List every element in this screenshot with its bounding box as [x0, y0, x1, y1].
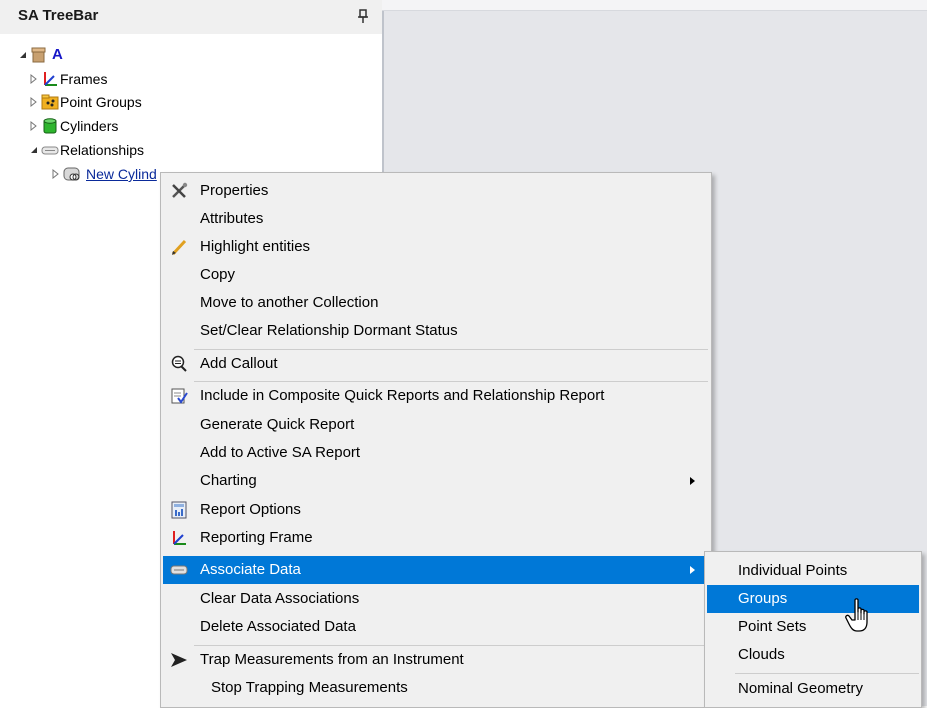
tree-item-label: New Cylind	[86, 166, 157, 182]
submenu-arrow-icon	[690, 477, 695, 485]
menu-item-clear-associations[interactable]: Clear Data Associations	[163, 585, 709, 613]
menu-item-label: Trap Measurements from an Instrument	[200, 651, 464, 668]
menu-item-charting[interactable]: Charting	[163, 467, 709, 495]
relationship-icon	[41, 146, 59, 155]
menu-item-copy[interactable]: Copy	[163, 261, 709, 289]
menu-item-label: Attributes	[200, 210, 264, 227]
submenu-item-label: Point Sets	[738, 618, 807, 635]
frames-icon	[44, 72, 57, 86]
point-groups-icon	[41, 94, 59, 110]
menu-item-label: Clear Data Associations	[200, 590, 360, 607]
report-check-icon	[171, 388, 188, 404]
frame-axes-icon	[173, 531, 186, 545]
collapsed-arrow-icon[interactable]	[29, 121, 39, 131]
pencil-icon	[171, 239, 187, 256]
report-options-icon	[171, 501, 187, 519]
viewport-top-bar	[382, 0, 927, 11]
associate-data-submenu: Individual Points Groups Point Sets Clou…	[704, 551, 922, 708]
menu-item-label: Charting	[200, 472, 257, 489]
link-icon	[170, 565, 188, 575]
tree-item-label: Cylinders	[60, 118, 119, 134]
tree-item-frames[interactable]: Frames	[0, 68, 300, 90]
menu-item-label: Reporting Frame	[200, 529, 313, 546]
menu-item-move-collection[interactable]: Move to another Collection	[163, 289, 709, 317]
tree-root-label: A	[52, 46, 63, 63]
submenu-item-groups[interactable]: Groups	[707, 585, 919, 613]
collapsed-arrow-icon[interactable]	[29, 97, 39, 107]
tools-icon	[172, 182, 188, 198]
menu-item-properties[interactable]: Properties	[163, 177, 709, 205]
menu-item-label: Stop Trapping Measurements	[211, 679, 408, 696]
tree-item-label: Frames	[60, 71, 108, 87]
arrow-icon	[171, 653, 187, 667]
menu-item-highlight-entities[interactable]: Highlight entities	[163, 233, 709, 261]
submenu-item-label: Clouds	[738, 646, 785, 663]
tree-root[interactable]: A	[0, 44, 300, 66]
menu-item-add-callout[interactable]: Add Callout	[163, 350, 709, 378]
treebar-title: SA TreeBar	[18, 7, 99, 24]
treebar-header: SA TreeBar	[0, 0, 382, 34]
menu-item-dormant-status[interactable]: Set/Clear Relationship Dormant Status	[163, 317, 709, 345]
collection-icon	[31, 47, 46, 63]
callout-icon	[171, 355, 187, 372]
menu-item-label: Add to Active SA Report	[200, 444, 361, 461]
menu-item-label: Delete Associated Data	[200, 618, 356, 635]
context-menu: Properties Attributes Highlight entities…	[160, 172, 712, 708]
menu-item-report-options[interactable]: Report Options	[163, 496, 709, 524]
tree-item-label: Relationships	[60, 142, 145, 158]
menu-item-stop-trapping[interactable]: Stop Trapping Measurements	[163, 674, 709, 702]
submenu-item-clouds[interactable]: Clouds	[707, 641, 919, 669]
submenu-item-nominal-geometry[interactable]: Nominal Geometry	[707, 675, 919, 703]
menu-item-label: Copy	[200, 266, 236, 283]
menu-item-trap-measurements[interactable]: Trap Measurements from an Instrument	[163, 646, 709, 674]
menu-item-label: Move to another Collection	[200, 294, 379, 311]
menu-item-label: Add Callout	[200, 355, 278, 372]
expanded-arrow-icon[interactable]	[18, 50, 28, 60]
submenu-item-label: Individual Points	[738, 562, 848, 579]
submenu-item-individual-points[interactable]: Individual Points	[707, 557, 919, 585]
collapsed-arrow-icon[interactable]	[51, 169, 61, 179]
hand-cursor-icon	[845, 598, 868, 632]
menu-item-label: Properties	[200, 182, 269, 199]
menu-item-label: Include in Composite Quick Reports and R…	[200, 387, 605, 404]
menu-item-include-composite[interactable]: Include in Composite Quick Reports and R…	[163, 382, 709, 410]
submenu-item-point-sets[interactable]: Point Sets	[707, 613, 919, 641]
relationship-item-icon	[63, 167, 80, 181]
menu-item-delete-associated[interactable]: Delete Associated Data	[163, 613, 709, 641]
menu-item-generate-quick-report[interactable]: Generate Quick Report	[163, 411, 709, 439]
pin-icon[interactable]	[357, 8, 369, 24]
menu-item-label: Report Options	[200, 501, 301, 518]
menu-item-label: Set/Clear Relationship Dormant Status	[200, 322, 458, 339]
collapsed-arrow-icon[interactable]	[29, 74, 39, 84]
menu-item-label: Generate Quick Report	[200, 416, 355, 433]
menu-item-associate-data[interactable]: Associate Data	[163, 556, 709, 584]
tree-item-point-groups[interactable]: Point Groups	[0, 91, 300, 113]
menu-item-reporting-frame[interactable]: Reporting Frame	[163, 524, 709, 552]
menu-item-label: Associate Data	[200, 561, 301, 578]
submenu-arrow-icon	[690, 566, 695, 574]
menu-item-label: Highlight entities	[200, 238, 311, 255]
tree-item-cylinders[interactable]: Cylinders	[0, 115, 300, 137]
submenu-item-label: Groups	[738, 590, 788, 607]
tree-item-label: Point Groups	[60, 94, 142, 110]
menu-item-attributes[interactable]: Attributes	[163, 205, 709, 233]
tree-item-relationships[interactable]: Relationships	[0, 139, 300, 161]
menu-separator	[735, 673, 919, 674]
menu-item-add-active-report[interactable]: Add to Active SA Report	[163, 439, 709, 467]
submenu-item-label: Nominal Geometry	[738, 680, 864, 697]
expanded-arrow-icon[interactable]	[29, 145, 39, 155]
cylinder-icon	[43, 118, 57, 134]
